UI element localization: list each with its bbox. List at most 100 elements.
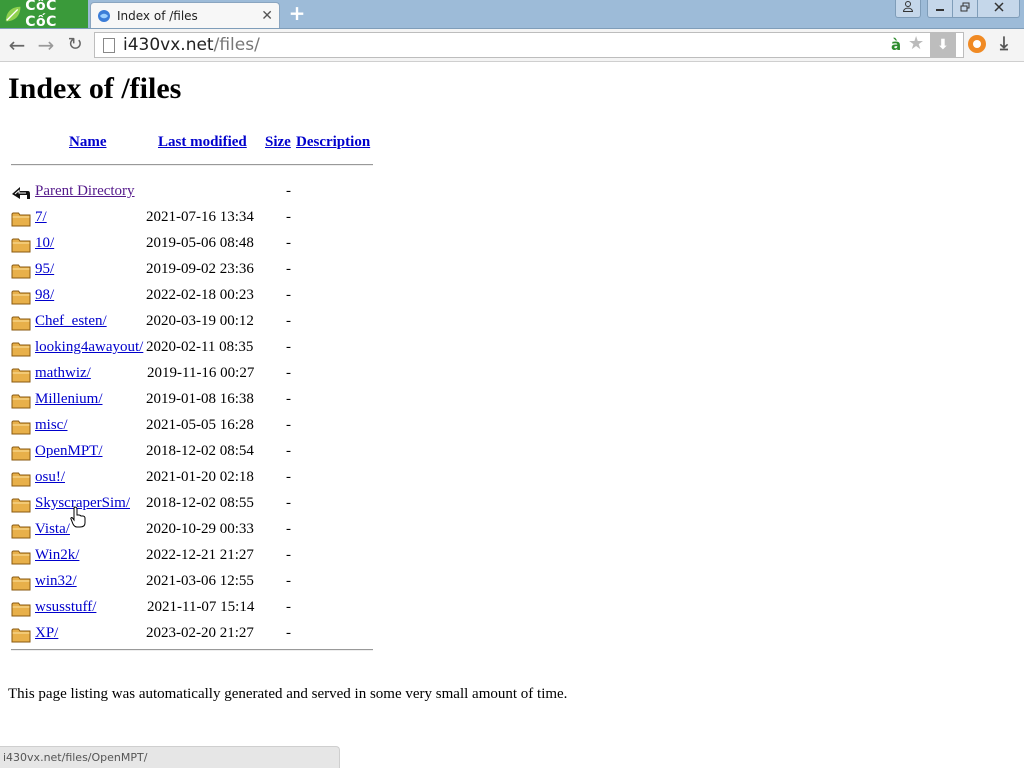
folder-icon	[11, 628, 31, 643]
browser-tab[interactable]: Index of /files ✕	[90, 2, 280, 28]
directory-link[interactable]: Millenium/	[35, 391, 103, 408]
last-modified-date: 2022-12-21 21:27	[146, 547, 254, 563]
column-header-size[interactable]: Size	[265, 134, 291, 151]
directory-link[interactable]: win32/	[35, 573, 77, 590]
folder-icon	[11, 290, 31, 305]
directory-row: 98/2022-02-18 00:23 -	[8, 286, 388, 312]
file-size: -	[286, 625, 291, 641]
file-size: -	[286, 521, 291, 537]
directory-row: win32/2021-03-06 12:55 -	[8, 572, 388, 598]
folder-icon	[11, 238, 31, 253]
parent-directory-link[interactable]: Parent Directory	[35, 183, 135, 200]
directory-link[interactable]: Win2k/	[35, 547, 79, 564]
typing-extension-icon[interactable]: à	[891, 36, 901, 54]
back-arrow-icon: ←	[8, 33, 26, 57]
directory-row: Chef_esten/2020-03-19 00:12 -	[8, 312, 388, 338]
folder-icon	[11, 368, 31, 383]
directory-link[interactable]: Chef_esten/	[35, 313, 107, 330]
url-path: /files/	[213, 35, 260, 55]
folder-icon	[11, 394, 31, 409]
coccoc-menu-icon[interactable]	[968, 35, 986, 53]
page-title: Index of /files	[8, 72, 182, 105]
title-bar: CốC CốC Index of /files ✕ +	[0, 0, 1024, 30]
coccoc-logo[interactable]: CốC CốC	[0, 0, 88, 30]
new-tab-button[interactable]: +	[286, 3, 308, 24]
file-size: -	[286, 287, 291, 303]
file-size: -	[286, 573, 291, 589]
last-modified-date: 2021-03-06 12:55	[146, 573, 254, 589]
tab-close-icon[interactable]: ✕	[261, 8, 273, 24]
directory-link[interactable]: looking4awayout/	[35, 339, 143, 356]
back-arrow-icon	[12, 187, 30, 199]
directory-row: Win2k/2022-12-21 21:27 -	[8, 546, 388, 572]
minimize-icon	[936, 9, 944, 11]
folder-icon	[11, 316, 31, 331]
file-size: -	[286, 495, 291, 511]
directory-link[interactable]: 10/	[35, 235, 54, 252]
directory-link[interactable]: Vista/	[35, 521, 70, 538]
forward-arrow-icon: →	[37, 33, 55, 57]
directory-row: 7/2021-07-16 13:34 -	[8, 208, 388, 234]
back-button[interactable]: ←	[6, 34, 28, 56]
media-download-icon[interactable]: ⬇	[930, 32, 956, 58]
directory-link[interactable]: XP/	[35, 625, 58, 642]
downloads-icon[interactable]: ⤓	[1000, 33, 1008, 54]
status-bar: i430vx.net/files/OpenMPT/	[0, 746, 340, 768]
forward-button[interactable]: →	[35, 34, 57, 56]
url-host: i430vx.net	[123, 35, 214, 55]
directory-link[interactable]: osu!/	[35, 469, 65, 486]
file-size: -	[286, 443, 291, 459]
folder-icon	[11, 498, 31, 513]
folder-icon	[11, 420, 31, 435]
file-size: -	[286, 469, 291, 485]
file-size: -	[286, 417, 291, 433]
last-modified-date: 2021-11-07 15:14	[147, 599, 255, 615]
page-icon	[103, 37, 115, 53]
bookmark-star-icon[interactable]: ★	[908, 33, 924, 54]
directory-link[interactable]: wsusstuff/	[35, 599, 96, 616]
directory-row: Vista/2020-10-29 00:33 -	[8, 520, 388, 546]
folder-icon	[11, 576, 31, 591]
close-window-button[interactable]	[977, 0, 1020, 18]
last-modified-date: 2020-02-11 08:35	[146, 339, 254, 355]
directory-row: mathwiz/2019-11-16 00:27 -	[8, 364, 388, 390]
folder-icon	[11, 446, 31, 461]
column-header-name[interactable]: Name	[69, 134, 107, 151]
directory-row: misc/2021-05-05 16:28 -	[8, 416, 388, 442]
directory-link[interactable]: 95/	[35, 261, 54, 278]
browser-toolbar: ← → ↻ i430vx.net/files/	[0, 29, 1024, 62]
last-modified-date: 2019-01-08 16:38	[146, 391, 254, 407]
directory-row: XP/2023-02-20 21:27 -	[8, 624, 388, 650]
directory-link[interactable]: OpenMPT/	[35, 443, 103, 460]
tab-title: Index of /files	[117, 8, 198, 23]
footer-divider	[11, 649, 373, 651]
directory-row: looking4awayout/2020-02-11 08:35 -	[8, 338, 388, 364]
file-size: -	[286, 547, 291, 563]
reload-button[interactable]: ↻	[64, 34, 86, 56]
footer-text: This page listing was automatically gene…	[8, 686, 568, 702]
minimize-button[interactable]	[927, 0, 953, 18]
directory-link[interactable]: misc/	[35, 417, 68, 434]
folder-icon	[11, 550, 31, 565]
restore-button[interactable]	[952, 0, 978, 18]
column-header-last-modified[interactable]: Last modified	[158, 134, 247, 151]
directory-row: 10/2019-05-06 08:48 -	[8, 234, 388, 260]
directory-link[interactable]: mathwiz/	[35, 365, 91, 382]
directory-row: wsusstuff/2021-11-07 15:14 -	[8, 598, 388, 624]
directory-link[interactable]: 98/	[35, 287, 54, 304]
folder-icon	[11, 342, 31, 357]
column-header-description[interactable]: Description	[296, 134, 370, 151]
user-icon	[902, 1, 914, 12]
address-bar[interactable]: i430vx.net/files/	[94, 32, 964, 58]
user-profile-button[interactable]	[895, 0, 921, 18]
directory-link[interactable]: 7/	[35, 209, 47, 226]
last-modified-date: 2020-10-29 00:33	[146, 521, 254, 537]
folder-icon	[11, 602, 31, 617]
last-modified-date: 2019-09-02 23:36	[146, 261, 254, 277]
folder-icon	[11, 472, 31, 487]
coccoc-leaf-icon	[5, 6, 21, 22]
file-size: -	[286, 261, 291, 277]
file-size: -	[286, 365, 291, 381]
parent-directory-size: -	[286, 183, 291, 199]
directory-row: SkyscraperSim/2018-12-02 08:55-	[8, 494, 388, 520]
